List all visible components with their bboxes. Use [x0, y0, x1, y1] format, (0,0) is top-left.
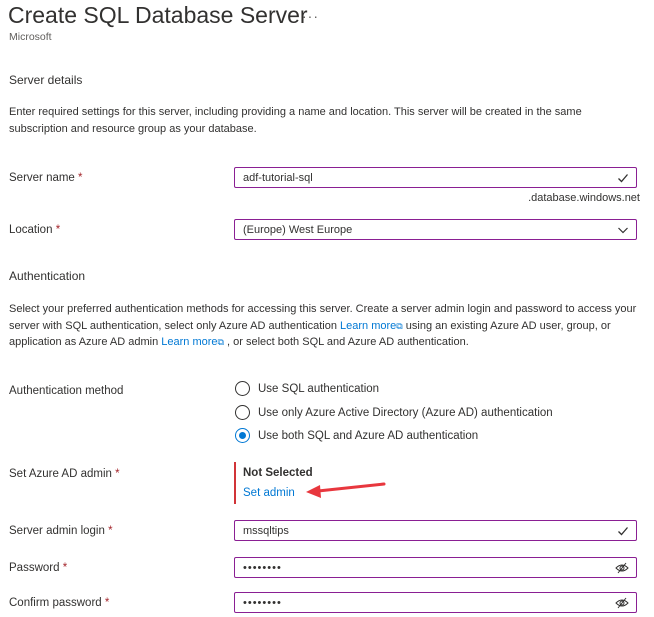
authentication-method-label: Authentication method — [9, 385, 124, 397]
required-marker: * — [62, 562, 68, 574]
required-marker: * — [115, 468, 120, 480]
learn-more-link-2[interactable]: Learn more — [161, 336, 217, 348]
location-select[interactable]: (Europe) West Europe — [234, 219, 637, 240]
server-name-suffix: .database.windows.net — [528, 192, 640, 204]
authentication-description: Select your preferred authentication met… — [9, 303, 637, 348]
required-marker: * — [55, 224, 61, 236]
location-label: Location * — [9, 224, 61, 236]
more-options-icon[interactable]: ··· — [302, 8, 319, 24]
annotation-arrow-icon — [306, 482, 386, 498]
page-title: Create SQL Database Server — [8, 2, 308, 28]
confirm-password-input[interactable]: •••••••• — [234, 592, 637, 613]
radio-button[interactable] — [235, 405, 250, 420]
azure-ad-admin-label: Set Azure AD admin * — [9, 468, 120, 480]
radio-button-selected[interactable] — [235, 428, 250, 443]
server-details-heading: Server details — [9, 73, 83, 87]
server-details-description: Enter required settings for this server,… — [9, 106, 582, 135]
required-marker: * — [104, 597, 110, 609]
password-label: Password * — [9, 562, 68, 574]
required-marker: * — [78, 172, 83, 184]
check-icon — [618, 174, 628, 183]
set-admin-link[interactable]: Set admin — [243, 487, 295, 499]
radio-button[interactable] — [235, 381, 250, 396]
server-admin-login-input[interactable]: mssqltips — [234, 520, 637, 541]
learn-more-link-1[interactable]: Learn more — [340, 320, 396, 332]
confirm-password-label: Confirm password * — [9, 597, 110, 609]
authentication-heading: Authentication — [9, 269, 86, 283]
chevron-down-icon — [618, 227, 628, 234]
password-input[interactable]: •••••••• — [234, 557, 637, 578]
reveal-password-icon[interactable] — [615, 596, 629, 610]
server-admin-login-label: Server admin login * — [9, 525, 113, 537]
check-icon — [618, 527, 628, 536]
reveal-password-icon[interactable] — [615, 561, 629, 575]
radio-sql-authentication[interactable]: Use SQL authentication — [235, 381, 379, 396]
server-name-label: Server name * — [9, 172, 83, 184]
publisher-label: Microsoft — [9, 31, 52, 43]
radio-sql-and-azure-ad[interactable]: Use both SQL and Azure AD authentication — [235, 428, 478, 443]
radio-azure-ad-only[interactable]: Use only Azure Active Directory (Azure A… — [235, 405, 553, 420]
validation-error-bar — [234, 462, 236, 504]
required-marker: * — [108, 525, 113, 537]
server-name-input[interactable]: adf-tutorial-sql — [234, 167, 637, 188]
